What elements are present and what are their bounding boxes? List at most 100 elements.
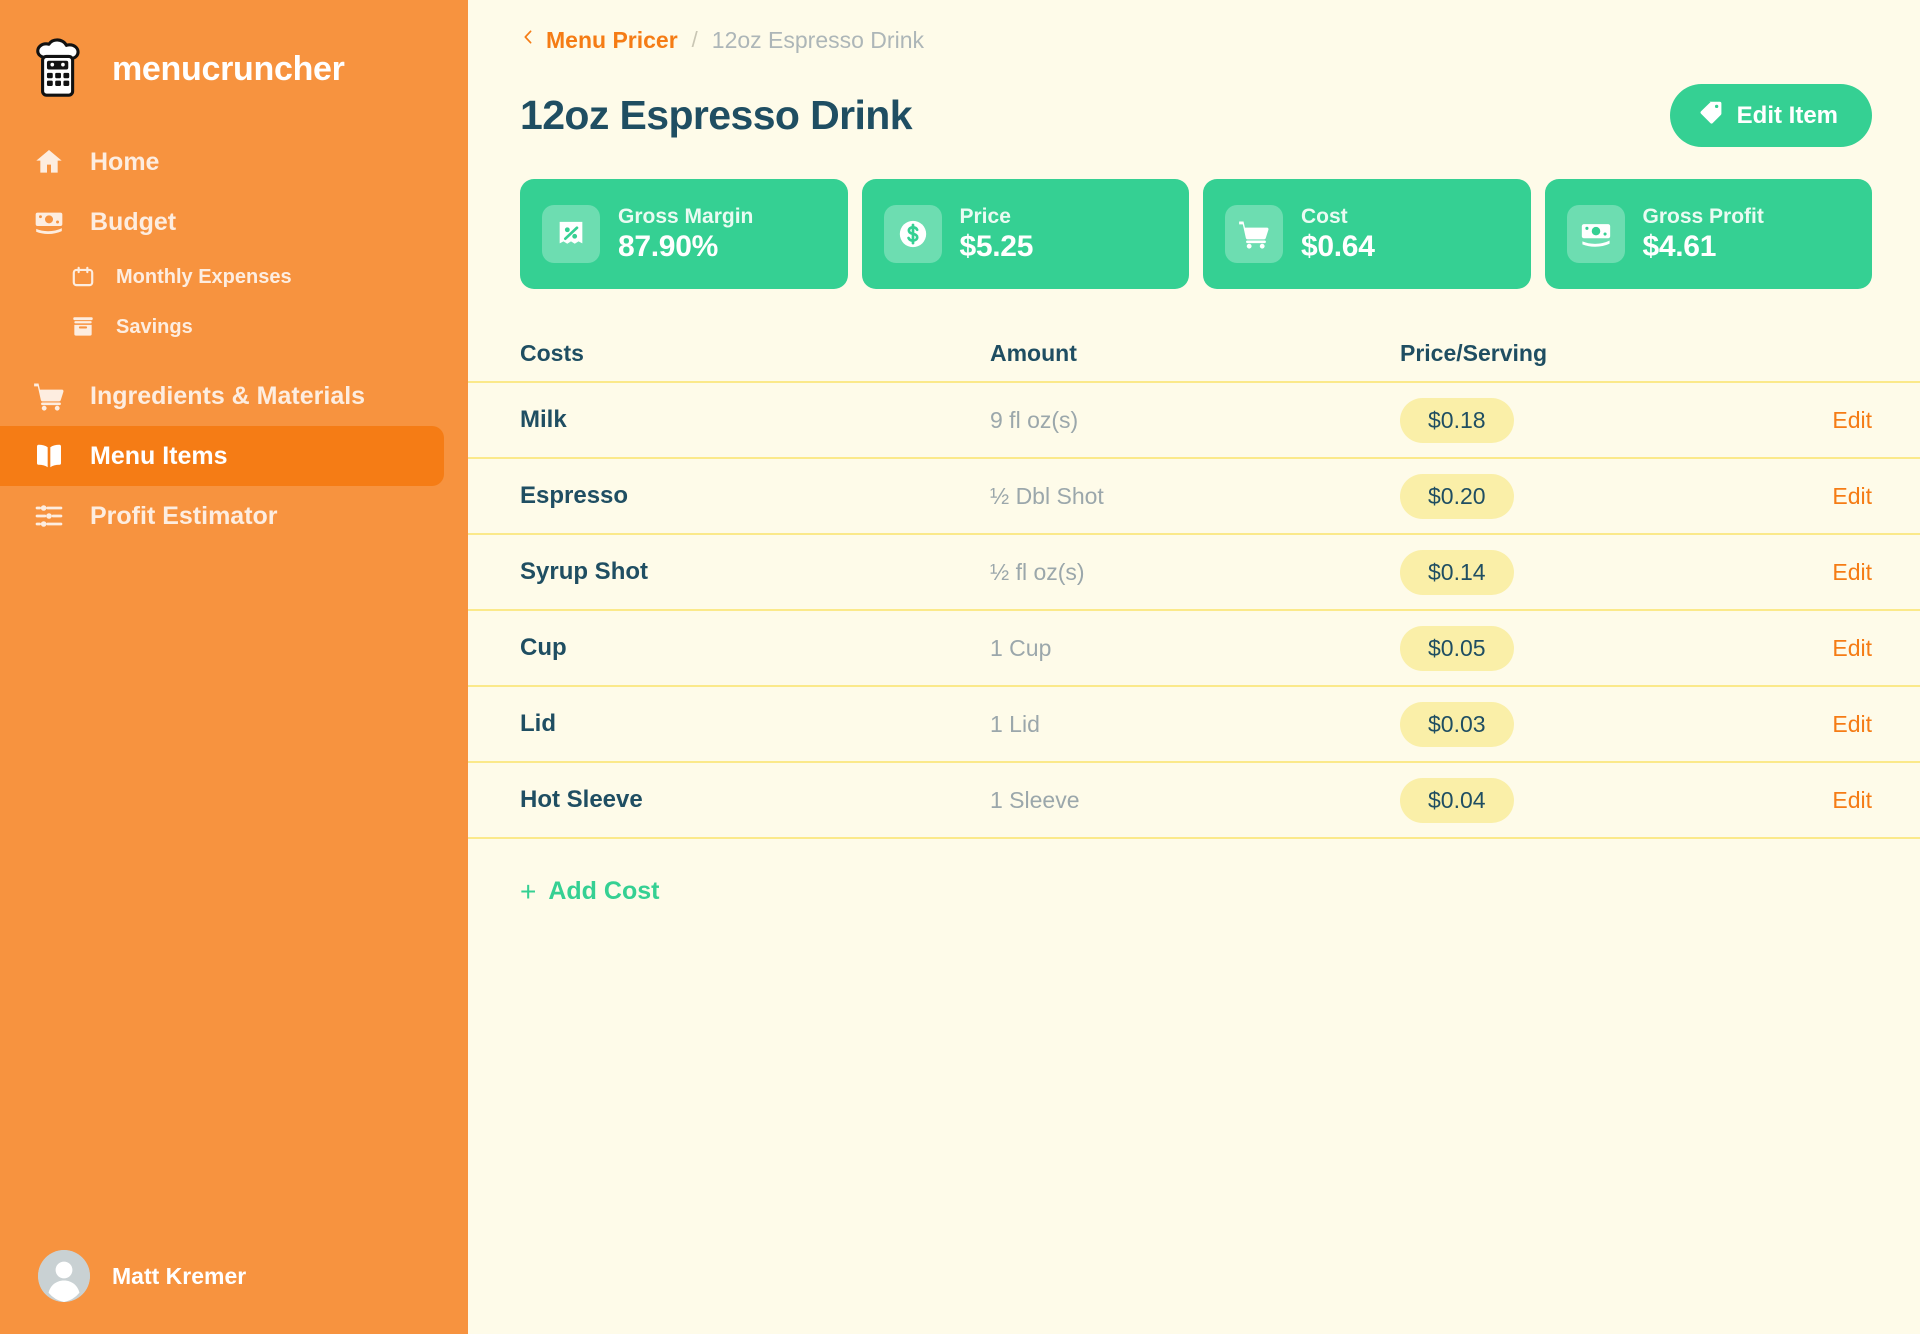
sidebar-item-label: Monthly Expenses: [116, 265, 292, 288]
chef-calculator-logo-icon: [30, 38, 92, 100]
main-content: Menu Pricer / 12oz Espresso Drink 12oz E…: [468, 0, 1920, 1334]
edit-cost-label: Edit: [1832, 558, 1872, 585]
stat-text: Gross Margin 87.90%: [618, 205, 753, 264]
edit-cost-link[interactable]: Edit: [1722, 407, 1872, 434]
dollar-coin-icon: [883, 205, 942, 263]
breadcrumb-current: 12oz Espresso Drink: [711, 26, 924, 53]
stat-text: Price $5.25: [960, 205, 1034, 264]
cost-price-cell: $0.14: [1400, 549, 1722, 595]
cost-name: Hot Sleeve: [520, 786, 643, 813]
cost-price-cell: $0.18: [1400, 397, 1722, 443]
edit-cost-link[interactable]: Edit: [1722, 559, 1872, 586]
page-header: 12oz Espresso Drink Edit Item: [520, 84, 1872, 147]
brand[interactable]: menucruncher: [0, 0, 468, 110]
stats-cards: Gross Margin 87.90% Price $5.25 Cost $0.…: [520, 179, 1872, 289]
calendar-icon: [68, 262, 98, 292]
table-row: Syrup Shot ½ fl oz(s) $0.14 Edit: [468, 533, 1920, 609]
table-header-row: Costs Amount Price/Serving: [520, 325, 1872, 381]
sidebar-item-monthly-expenses[interactable]: Monthly Expenses: [0, 252, 444, 302]
edit-cost-label: Edit: [1832, 482, 1872, 509]
user-avatar-icon: [38, 1250, 90, 1302]
price-badge: $0.20: [1400, 473, 1514, 519]
column-header-costs: Costs: [520, 339, 584, 366]
edit-cost-link[interactable]: Edit: [1722, 711, 1872, 738]
stat-value: $4.61: [1642, 229, 1717, 263]
breadcrumb: Menu Pricer / 12oz Espresso Drink: [520, 0, 1872, 54]
breadcrumb-parent-link[interactable]: Menu Pricer: [520, 26, 678, 54]
cost-name: Syrup Shot: [520, 558, 649, 585]
cost-name: Espresso: [520, 482, 629, 509]
sidebar-user-profile[interactable]: Matt Kremer: [0, 1250, 468, 1334]
price-badge: $0.18: [1400, 397, 1514, 443]
page-title: 12oz Espresso Drink: [520, 92, 913, 138]
tag-icon: [1698, 99, 1724, 132]
stat-value: 87.90%: [618, 229, 718, 263]
edit-cost-link[interactable]: Edit: [1722, 635, 1872, 662]
edit-cost-link[interactable]: Edit: [1722, 483, 1872, 510]
stat-text: Gross Profit $4.61: [1643, 205, 1764, 264]
stat-label: Gross Margin: [618, 204, 754, 228]
table-row: Cup 1 Cup $0.05 Edit: [468, 609, 1920, 685]
breadcrumb-separator: /: [691, 27, 698, 52]
sidebar-item-label: Ingredients & Materials: [90, 381, 366, 410]
sidebar-item-label: Profit Estimator: [90, 501, 278, 530]
table-row: Milk 9 fl oz(s) $0.18 Edit: [468, 381, 1920, 457]
stat-card-gross-profit: Gross Profit $4.61: [1544, 179, 1872, 289]
edit-cost-label: Edit: [1832, 710, 1872, 737]
edit-item-button-label: Edit Item: [1736, 101, 1838, 129]
cost-amount: 1 Cup: [990, 634, 1052, 661]
stat-card-price: Price $5.25: [861, 179, 1189, 289]
stat-card-cost: Cost $0.64: [1203, 179, 1531, 289]
cost-amount: ½ fl oz(s): [990, 558, 1085, 585]
sidebar-item-label: Home: [90, 147, 160, 176]
sidebar-item-home[interactable]: Home: [0, 132, 444, 192]
add-cost-button[interactable]: + Add Cost: [520, 877, 659, 906]
edit-cost-link[interactable]: Edit: [1722, 787, 1872, 814]
home-icon: [30, 143, 68, 181]
percent-receipt-icon: [542, 205, 600, 263]
edit-item-button[interactable]: Edit Item: [1669, 84, 1872, 147]
sidebar: menucruncher Home Budget Monthly Expense…: [0, 0, 468, 1334]
open-book-icon: [30, 437, 68, 475]
sidebar-item-label: Budget: [90, 207, 177, 236]
shopping-cart-icon: [30, 377, 68, 415]
stat-value: $5.25: [959, 229, 1034, 263]
cost-price-cell: $0.03: [1400, 701, 1722, 747]
cost-amount: ½ Dbl Shot: [990, 482, 1104, 509]
sidebar-item-savings[interactable]: Savings: [0, 302, 444, 352]
add-cost-label: Add Cost: [548, 877, 660, 905]
cost-amount: 1 Lid: [990, 710, 1040, 737]
stat-text: Cost $0.64: [1301, 205, 1375, 264]
cost-price-cell: $0.05: [1400, 625, 1722, 671]
stat-label: Price: [959, 204, 1011, 228]
stat-value: $0.64: [1301, 229, 1375, 263]
table-bottom-border: [468, 837, 1920, 839]
column-header-price-serving: Price/Serving: [1400, 339, 1548, 366]
edit-cost-label: Edit: [1832, 406, 1872, 433]
sidebar-item-menu-items[interactable]: Menu Items: [0, 426, 444, 486]
cost-amount: 9 fl oz(s): [990, 406, 1079, 433]
cost-name: Lid: [520, 710, 556, 737]
sidebar-item-ingredients-materials[interactable]: Ingredients & Materials: [0, 366, 444, 426]
table-row: Hot Sleeve 1 Sleeve $0.04 Edit: [468, 761, 1920, 837]
cost-price-cell: $0.20: [1400, 473, 1722, 519]
sidebar-item-profit-estimator[interactable]: Profit Estimator: [0, 486, 444, 546]
costs-table: Costs Amount Price/Serving Milk 9 fl oz(…: [468, 325, 1920, 839]
app-root: menucruncher Home Budget Monthly Expense…: [0, 0, 1920, 1334]
breadcrumb-parent-label: Menu Pricer: [546, 26, 678, 53]
price-badge: $0.14: [1400, 549, 1514, 595]
brand-name: menucruncher: [112, 49, 345, 88]
plus-icon: +: [520, 875, 537, 907]
cost-price-cell: $0.04: [1400, 777, 1722, 823]
user-name: Matt Kremer: [112, 1262, 247, 1289]
cost-name: Cup: [520, 634, 567, 661]
sliders-icon: [30, 497, 68, 535]
shopping-cart-icon: [1225, 205, 1283, 263]
sidebar-item-budget[interactable]: Budget: [0, 192, 444, 252]
money-bill-icon: [30, 203, 68, 241]
sidebar-item-label: Savings: [116, 315, 193, 338]
stat-label: Cost: [1301, 204, 1348, 228]
chevron-left-icon: [520, 26, 537, 54]
sidebar-nav: Home Budget Monthly Expenses Savings Ing…: [0, 132, 468, 546]
